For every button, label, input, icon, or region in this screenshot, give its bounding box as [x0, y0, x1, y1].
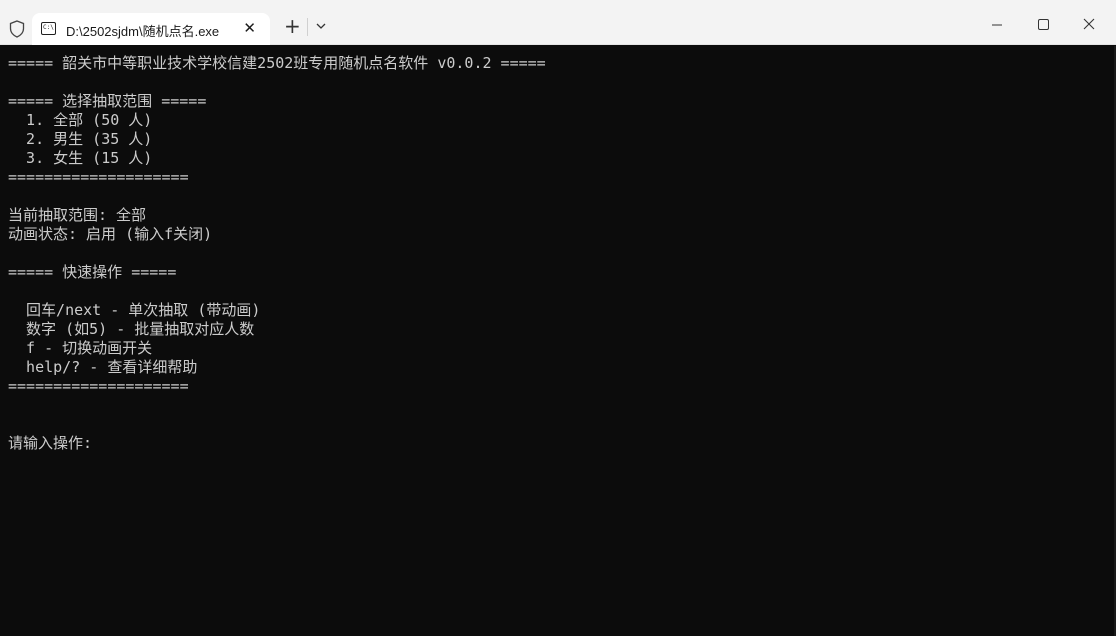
terminal-line: ===== 快速操作 ===== — [8, 263, 177, 281]
minimize-button[interactable] — [974, 10, 1020, 40]
terminal-line: ===== 选择抽取范围 ===== — [8, 92, 207, 110]
terminal-line: 当前抽取范围: 全部 — [8, 206, 147, 224]
chevron-down-icon[interactable] — [315, 20, 327, 32]
terminal-line: f - 切换动画开关 — [8, 339, 153, 357]
terminal-prompt: 请输入操作: — [8, 434, 93, 452]
terminal-window: C:\ D:\2502sjdm\随机点名.exe ✕ + ===== 韶关市中等… — [0, 0, 1116, 636]
terminal-line: 数字 (如5) - 批量抽取对应人数 — [8, 320, 255, 338]
tab-close-button[interactable]: ✕ — [243, 19, 256, 37]
close-window-button[interactable] — [1066, 10, 1112, 40]
terminal-line: 回车/next - 单次抽取 (带动画) — [8, 301, 261, 319]
shield-icon[interactable] — [9, 20, 25, 38]
terminal-line: 动画状态: 启用 (输入f关闭) — [8, 225, 213, 243]
tab-title: D:\2502sjdm\随机点名.exe — [66, 24, 220, 39]
terminal-output[interactable]: ===== 韶关市中等职业技术学校信建2502班专用随机点名软件 v0.0.2 … — [0, 46, 1116, 636]
maximize-button[interactable] — [1020, 10, 1066, 40]
title-bar: C:\ D:\2502sjdm\随机点名.exe ✕ + — [0, 0, 1116, 45]
new-tab-button[interactable]: + — [284, 16, 301, 36]
terminal-line: ==================== — [8, 168, 189, 186]
terminal-line: 2. 男生 (35 人) — [8, 130, 153, 148]
divider — [307, 18, 308, 36]
terminal-icon: C:\ — [41, 22, 56, 35]
terminal-line: 1. 全部 (50 人) — [8, 111, 153, 129]
terminal-line: ==================== — [8, 377, 189, 395]
tab-active[interactable]: C:\ D:\2502sjdm\随机点名.exe ✕ — [32, 13, 270, 45]
terminal-line: 3. 女生 (15 人) — [8, 149, 153, 167]
terminal-line: help/? - 查看详细帮助 — [8, 358, 198, 376]
terminal-line: ===== 韶关市中等职业技术学校信建2502班专用随机点名软件 v0.0.2 … — [8, 54, 546, 72]
